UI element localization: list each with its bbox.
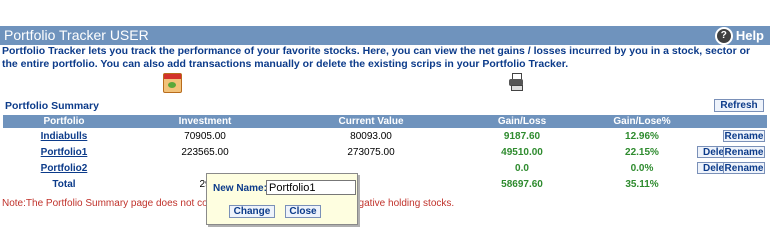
column-header-current-value: Current Value — [285, 115, 457, 128]
rename-button[interactable]: Rename — [723, 162, 765, 174]
column-header-actions — [697, 115, 721, 128]
change-button[interactable]: Change — [229, 205, 275, 218]
column-header-gain-loss-pct: Gain/Lose% — [587, 115, 697, 128]
table-row: Portfolio1 223565.00 273075.00 49510.00 … — [3, 144, 767, 160]
refresh-button[interactable]: Refresh — [714, 99, 764, 112]
gain-cell: 0.0 — [515, 162, 529, 174]
total-row: Total 29 58697.60 35.11% — [3, 176, 767, 192]
note-text-end: egative holding stocks. — [353, 198, 455, 209]
current-value-cell: 80093.00 — [350, 130, 392, 142]
portfolio-link[interactable]: Portfolio2 — [3, 160, 125, 176]
note-text-start: Note:The Portfolio Summary page does not… — [2, 198, 222, 209]
total-gain: 58697.60 — [501, 178, 543, 190]
column-header-gain-loss: Gain/Loss — [457, 115, 587, 128]
intro-text: Portfolio Tracker lets you track the per… — [2, 45, 751, 70]
total-gain-pct: 35.11% — [625, 178, 659, 190]
help-button[interactable]: ? Help — [714, 26, 764, 45]
table-row: Indiabulls 70905.00 80093.00 9187.60 12.… — [3, 128, 767, 144]
delete-cell: Delete — [697, 160, 739, 176]
rename-cell: Rename — [721, 160, 767, 176]
title-bar: Portfolio Tracker USER ? Help — [0, 26, 770, 45]
portfolio-summary-table: Portfolio Investment Current Value Gain/… — [3, 115, 767, 192]
calendar-icon[interactable] — [163, 73, 182, 93]
new-name-label: New Name: — [213, 183, 267, 194]
column-header-portfolio: Portfolio — [3, 115, 125, 128]
gain-cell: 9187.60 — [503, 130, 541, 142]
gain-pct-cell: 0.0% — [630, 162, 654, 174]
new-name-input[interactable] — [266, 180, 356, 195]
gain-cell: 49510.00 — [501, 146, 543, 158]
portfolio-summary-heading: Portfolio Summary — [5, 100, 99, 112]
table-header-row: Portfolio Investment Current Value Gain/… — [3, 115, 767, 128]
delete-cell — [697, 128, 721, 144]
printer-icon[interactable] — [509, 73, 523, 91]
rename-cell: Rename — [721, 128, 767, 144]
portfolio-link[interactable]: Indiabulls — [3, 128, 125, 144]
table-row: Portfolio2 0.0 0.0% Delete Rename — [3, 160, 767, 176]
rename-button[interactable]: Rename — [723, 130, 765, 142]
column-header-actions-2 — [721, 115, 767, 128]
current-value-cell: 273075.00 — [347, 146, 395, 158]
column-header-investment: Investment — [125, 115, 285, 128]
total-label: Total — [52, 178, 76, 190]
gain-pct-cell: 12.96% — [625, 130, 659, 142]
investment-cell: 223565.00 — [181, 146, 229, 158]
investment-cell: 70905.00 — [184, 130, 226, 142]
rename-button[interactable]: Rename — [723, 146, 765, 158]
delete-cell: Delete — [697, 144, 739, 160]
page-title: Portfolio Tracker USER — [4, 27, 149, 43]
gain-pct-cell: 22.15% — [625, 146, 659, 158]
rename-popup: New Name: Change Close — [206, 173, 358, 225]
help-icon: ? — [714, 26, 733, 45]
portfolio-link[interactable]: Portfolio1 — [3, 144, 125, 160]
close-button[interactable]: Close — [285, 205, 321, 218]
help-label: Help — [735, 28, 764, 43]
rename-cell: Rename — [721, 144, 767, 160]
